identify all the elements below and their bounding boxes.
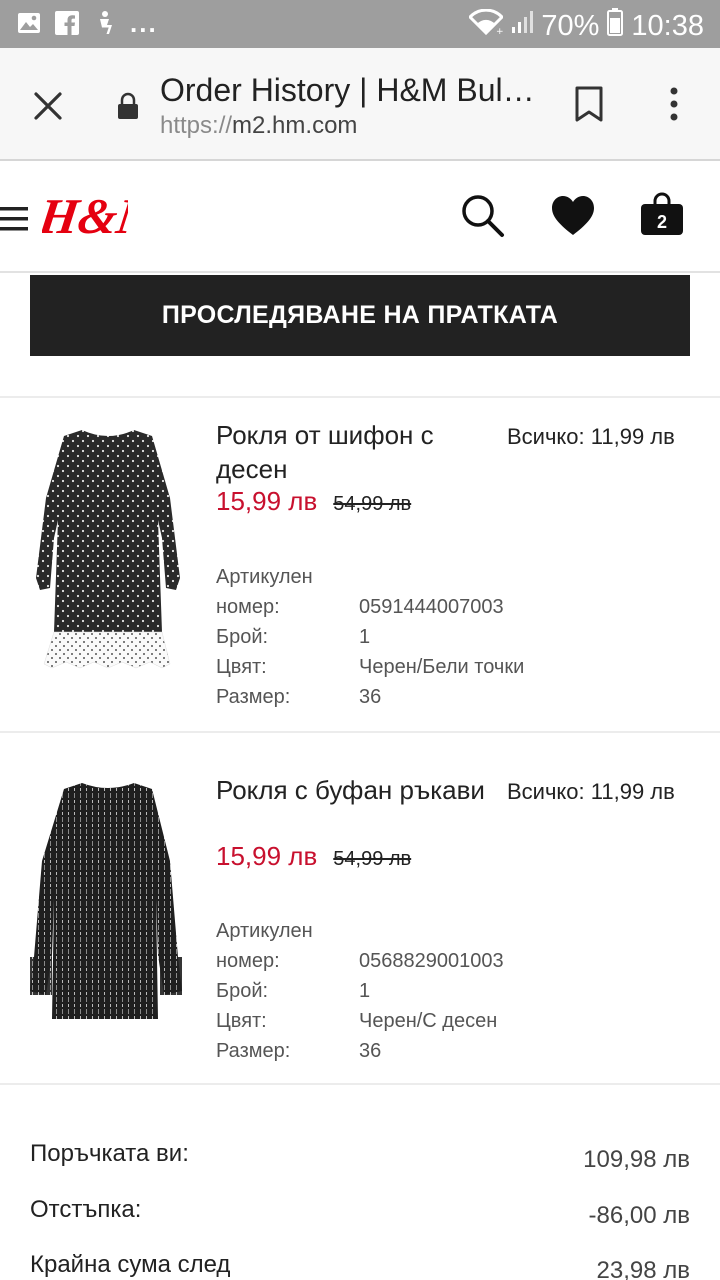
clock: 10:38 (631, 9, 704, 42)
quantity-value: 1 (359, 626, 371, 648)
size-value: 36 (359, 686, 382, 708)
overflow-menu-icon[interactable] (664, 86, 684, 122)
article-number: 0568829001003 (359, 950, 504, 972)
site-header: H&M 2 (0, 161, 720, 273)
order-item: Рокля с буфан ръкави Всичко: 11,99 лв 15… (0, 733, 720, 1083)
price-row: 15,99 лв 54,99 лв (216, 841, 411, 872)
spec-label: Размер: (216, 1040, 291, 1062)
original-price: 54,99 лв (333, 848, 412, 870)
spec-label: Артикулен (216, 566, 313, 588)
order-item: Рокля от шифон с десен Всичко: 11,99 лв … (0, 398, 720, 731)
final-total-row: Крайна сума след 23,98 лв (30, 1251, 690, 1280)
image-icon (16, 10, 42, 36)
size-value: 36 (359, 1040, 382, 1062)
battery-percent: 70% (541, 9, 600, 42)
order-subtotal-value: 109,98 лв (583, 1146, 690, 1173)
sale-price: 15,99 лв (216, 486, 318, 516)
hm-logo[interactable]: H&M (35, 185, 168, 245)
discount-row: Отстъпка: -86,00 лв (30, 1196, 690, 1236)
spec-label: Брой: (216, 626, 269, 648)
search-icon[interactable] (458, 191, 506, 239)
discount-label: Отстъпка: (30, 1196, 142, 1223)
battery-icon (607, 8, 624, 44)
spec-label: Размер: (216, 686, 291, 708)
spec-label: номер: (216, 950, 280, 972)
spec-label: номер: (216, 596, 280, 618)
track-shipment-button[interactable]: ПРОСЛЕДЯВАНЕ НА ПРАТКАТА (30, 275, 690, 356)
product-name[interactable]: Рокля от шифон с десен (216, 418, 486, 486)
more-icon: ... (130, 8, 158, 38)
status-bar: ... + 70% 10:38 (0, 0, 720, 48)
article-number: 0591444007003 (359, 596, 504, 618)
close-tab-icon[interactable] (30, 88, 66, 124)
wifi-icon: + (468, 8, 505, 43)
spec-label: Цвят: (216, 1010, 267, 1032)
product-image-chiffon-dress[interactable] (30, 428, 186, 678)
order-subtotal-row: Поръчката ви: 109,98 лв (30, 1140, 690, 1180)
price-row: 15,99 лв 54,99 лв (216, 486, 411, 517)
spec-label: Артикулен (216, 920, 313, 942)
bag-count: 2 (657, 212, 667, 232)
order-subtotal-label: Поръчката ви: (30, 1140, 189, 1167)
product-name[interactable]: Рокля с буфан ръкави (216, 773, 486, 807)
favorites-heart-icon[interactable] (550, 195, 596, 237)
final-total-label: Крайна сума след (30, 1251, 231, 1278)
svg-text:+: + (496, 27, 503, 35)
quantity-value: 1 (359, 980, 371, 1002)
notification-icons: ... (16, 10, 158, 36)
url-bar[interactable]: https://m2.hm.com (160, 112, 357, 140)
discount-value: -86,00 лв (588, 1202, 690, 1229)
browser-toolbar: Order History | H&M Bul… https://m2.hm.c… (0, 48, 720, 161)
url-host: m2.hm.com (232, 112, 358, 139)
hamburger-menu-icon[interactable] (0, 205, 30, 233)
divider (0, 1083, 720, 1085)
page-title: Order History | H&M Bul… (160, 72, 535, 108)
bookmark-icon[interactable] (574, 86, 604, 122)
final-total-value: 23,98 лв (596, 1257, 690, 1280)
color-value: Черен/С десен (359, 1010, 498, 1032)
shopping-bag-icon[interactable]: 2 (636, 189, 688, 241)
color-value: Черен/Бели точки (359, 656, 525, 678)
signal-icon (511, 9, 534, 43)
spec-label: Цвят: (216, 656, 267, 678)
product-image-puff-sleeve-dress[interactable] (30, 781, 186, 1031)
url-scheme: https:// (160, 112, 233, 139)
lock-icon (116, 92, 140, 120)
original-price: 54,99 лв (333, 493, 412, 515)
item-total: Всичко: 11,99 лв (507, 779, 675, 804)
sale-price: 15,99 лв (216, 841, 318, 871)
spec-label: Брой: (216, 980, 269, 1002)
facebook-icon (54, 10, 80, 36)
logo-text: H&M (42, 188, 128, 244)
accessibility-icon (92, 10, 118, 36)
item-total: Всичко: 11,99 лв (507, 424, 675, 449)
